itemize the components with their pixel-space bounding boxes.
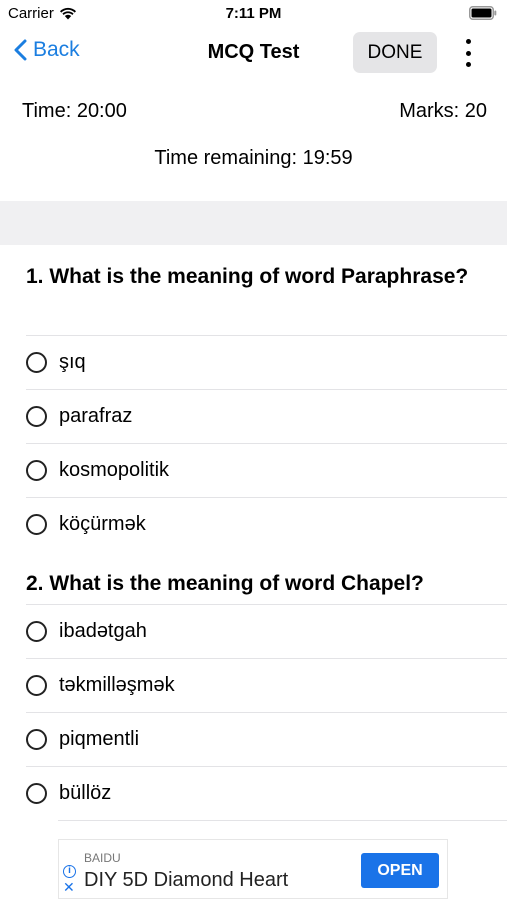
- time-remaining-label: Time remaining: 19:59: [154, 147, 353, 169]
- navigation-bar: Back MCQ Test DONE: [0, 28, 507, 78]
- status-time: 7:11 PM: [225, 5, 282, 22]
- question-2-option-4[interactable]: büllöz: [26, 766, 507, 820]
- radio-button[interactable]: [26, 514, 47, 535]
- option-label: piqmentli: [59, 728, 140, 750]
- radio-button[interactable]: [26, 406, 47, 427]
- question-1-option-2[interactable]: parafraz: [26, 389, 507, 443]
- question-list: 1. What is the meaning of word Paraphras…: [0, 245, 507, 821]
- info-icon[interactable]: i: [63, 865, 76, 878]
- option-label: kosmopolitik: [59, 459, 170, 481]
- section-divider: [0, 201, 507, 245]
- question-2-option-2[interactable]: təkmilləşmək: [26, 658, 507, 712]
- done-button[interactable]: DONE: [353, 32, 437, 73]
- back-label: Back: [33, 38, 80, 61]
- list-separator: [58, 820, 507, 821]
- status-bar: Carrier 7:11 PM: [0, 0, 507, 28]
- radio-button[interactable]: [26, 352, 47, 373]
- test-info-row: Time: 20:00 Marks: 20: [22, 100, 487, 123]
- option-label: şıq: [59, 351, 86, 373]
- more-options-icon[interactable]: [456, 36, 480, 70]
- option-label: ibadətgah: [59, 620, 147, 642]
- question-1-option-3[interactable]: kosmopolitik: [26, 443, 507, 497]
- battery-icon: [469, 6, 497, 20]
- option-label: parafraz: [59, 405, 133, 427]
- radio-button[interactable]: [26, 783, 47, 804]
- close-icon[interactable]: ✕: [63, 880, 75, 894]
- ad-banner[interactable]: i ✕ BAIDU DIY 5D Diamond Heart OPEN: [58, 839, 448, 899]
- radio-button[interactable]: [26, 675, 47, 696]
- ad-title: DIY 5D Diamond Heart: [84, 869, 289, 891]
- radio-button[interactable]: [26, 621, 47, 642]
- marks-label: Marks: 20: [399, 100, 487, 122]
- question-2-text: 2. What is the meaning of word Chapel?: [26, 572, 424, 595]
- back-button[interactable]: Back: [14, 38, 80, 62]
- question-1-text: 1. What is the meaning of word Paraphras…: [26, 265, 469, 288]
- question-1-option-4[interactable]: köçürmək: [26, 497, 507, 551]
- ad-open-button[interactable]: OPEN: [361, 853, 439, 888]
- option-label: büllöz: [59, 782, 112, 804]
- ad-source-label: BAIDU: [84, 851, 121, 865]
- question-2-option-3[interactable]: piqmentli: [26, 712, 507, 766]
- radio-button[interactable]: [26, 729, 47, 750]
- chevron-left-icon: [14, 39, 27, 61]
- radio-button[interactable]: [26, 460, 47, 481]
- option-label: təkmilləşmək: [59, 674, 175, 696]
- option-label: köçürmək: [59, 513, 146, 535]
- total-time-label: Time: 20:00: [22, 100, 127, 122]
- question-1-option-1[interactable]: şıq: [26, 335, 507, 389]
- question-2-option-1[interactable]: ibadətgah: [26, 604, 507, 658]
